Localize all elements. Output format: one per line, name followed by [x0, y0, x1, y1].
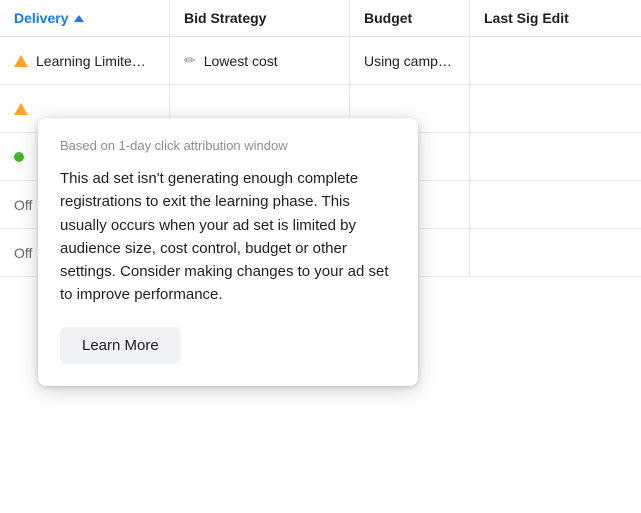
off-text-5: Off [14, 245, 32, 261]
delivery-text-1: Learning Limite… [36, 53, 146, 69]
budget-cell-1: Using camp… [350, 37, 470, 84]
bid-cell-1[interactable]: ✏ Lowest cost [170, 37, 350, 84]
off-text-4: Off [14, 197, 32, 213]
table-row: Learning Limite… ✏ Lowest cost Using cam… [0, 37, 641, 85]
learn-more-button[interactable]: Learn More [60, 327, 181, 364]
col-last-sig-header[interactable]: Last Sig Edit [470, 0, 641, 36]
sort-arrow-icon [74, 15, 84, 22]
popover-subtitle: Based on 1-day click attribution window [60, 138, 396, 153]
budget-text-1: Using camp… [364, 53, 452, 69]
last-sig-cell-2 [470, 85, 641, 132]
popover-body: This ad set isn't generating enough comp… [60, 167, 396, 307]
last-sig-cell-1 [470, 37, 641, 84]
table-header: Delivery Bid Strategy Budget Last Sig Ed… [0, 0, 641, 37]
col-budget-header[interactable]: Budget [350, 0, 470, 36]
budget-col-label: Budget [364, 10, 412, 26]
bid-text-1: Lowest cost [204, 53, 278, 69]
warning-triangle-icon [14, 103, 28, 115]
delivery-col-label: Delivery [14, 10, 68, 26]
last-sig-col-label: Last Sig Edit [484, 10, 569, 26]
active-dot-icon [14, 152, 24, 162]
delivery-cell-1: Learning Limite… [0, 37, 170, 84]
col-delivery-header[interactable]: Delivery [0, 0, 170, 36]
last-sig-cell-4 [470, 181, 641, 228]
bid-col-label: Bid Strategy [184, 10, 266, 26]
col-bid-header[interactable]: Bid Strategy [170, 0, 350, 36]
tooltip-popover: Based on 1-day click attribution window … [38, 118, 418, 386]
last-sig-cell-5 [470, 229, 641, 276]
warning-triangle-icon [14, 55, 28, 67]
last-sig-cell-3 [470, 133, 641, 180]
pencil-icon: ✏ [184, 52, 196, 69]
